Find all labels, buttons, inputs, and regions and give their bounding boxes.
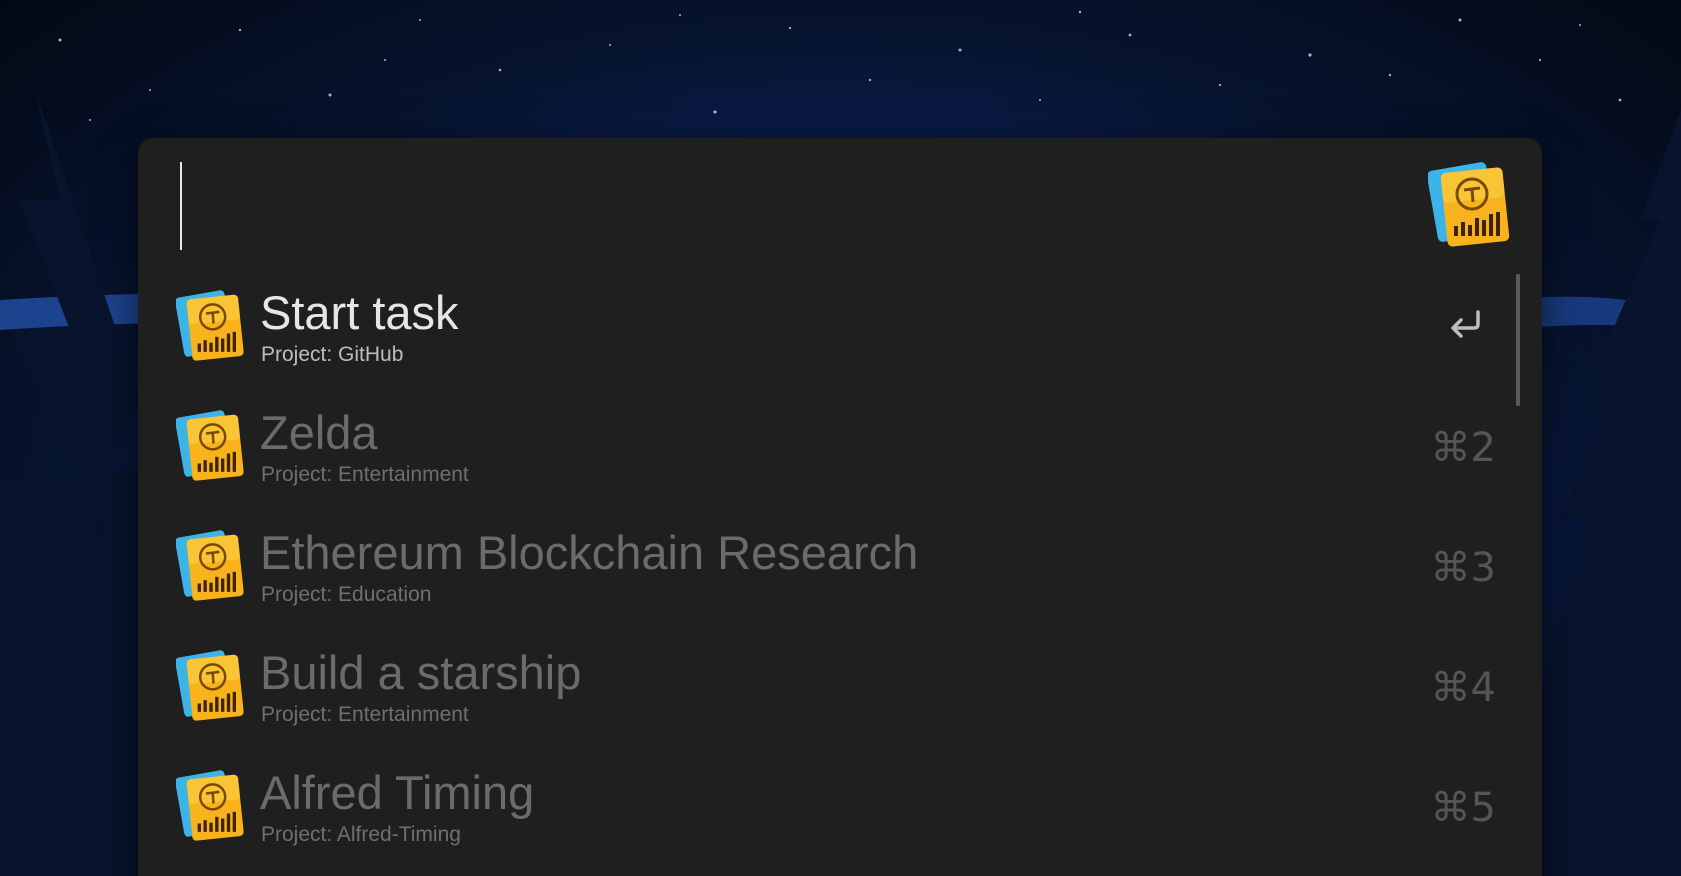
- alfred-timing-icon: [1428, 162, 1510, 247]
- shortcut-hint: ⌘3: [1430, 545, 1496, 591]
- shortcut-hint: ⌘4: [1430, 665, 1496, 711]
- result-row-alfred-timing[interactable]: Alfred Timing Project: Alfred-Timing ⌘5: [138, 748, 1542, 868]
- result-title: Zelda: [260, 406, 378, 459]
- result-subtitle: Project: Entertainment: [261, 463, 469, 486]
- shortcut-hint: ⌘2: [1430, 425, 1496, 471]
- result-title: Alfred Timing: [260, 766, 535, 819]
- shortcut-hint: ⌘5: [1430, 785, 1496, 831]
- desktop-background: Start task Project: GitHub Zelda Project…: [0, 0, 1681, 876]
- result-row-build-a-starship[interactable]: Build a starship Project: Entertainment …: [138, 628, 1542, 748]
- result-title: Start task: [260, 286, 459, 339]
- result-row-zelda[interactable]: Zelda Project: Entertainment ⌘2: [138, 388, 1542, 508]
- result-row-ethereum[interactable]: Ethereum Blockchain Research Project: Ed…: [138, 508, 1542, 628]
- results-list: Start task Project: GitHub Zelda Project…: [138, 268, 1542, 868]
- result-subtitle: Project: GitHub: [261, 343, 404, 366]
- result-row-start-task[interactable]: Start task Project: GitHub: [138, 268, 1542, 388]
- search-input-caret[interactable]: [180, 162, 182, 250]
- result-subtitle: Project: Alfred-Timing: [261, 823, 461, 846]
- alfred-timing-icon: [176, 650, 244, 721]
- result-title: Build a starship: [260, 646, 582, 699]
- alfred-timing-icon: [176, 290, 244, 361]
- alfred-timing-icon: [176, 530, 244, 601]
- results-scrollbar[interactable]: [1516, 274, 1520, 406]
- result-subtitle: Project: Education: [261, 583, 432, 606]
- alfred-timing-icon: [176, 410, 244, 481]
- return-icon: [1451, 310, 1480, 338]
- alfred-timing-icon: [176, 770, 244, 841]
- launcher-window: Start task Project: GitHub Zelda Project…: [138, 138, 1542, 876]
- result-subtitle: Project: Entertainment: [261, 703, 469, 726]
- result-title: Ethereum Blockchain Research: [260, 526, 919, 579]
- search-bar[interactable]: [138, 138, 1542, 268]
